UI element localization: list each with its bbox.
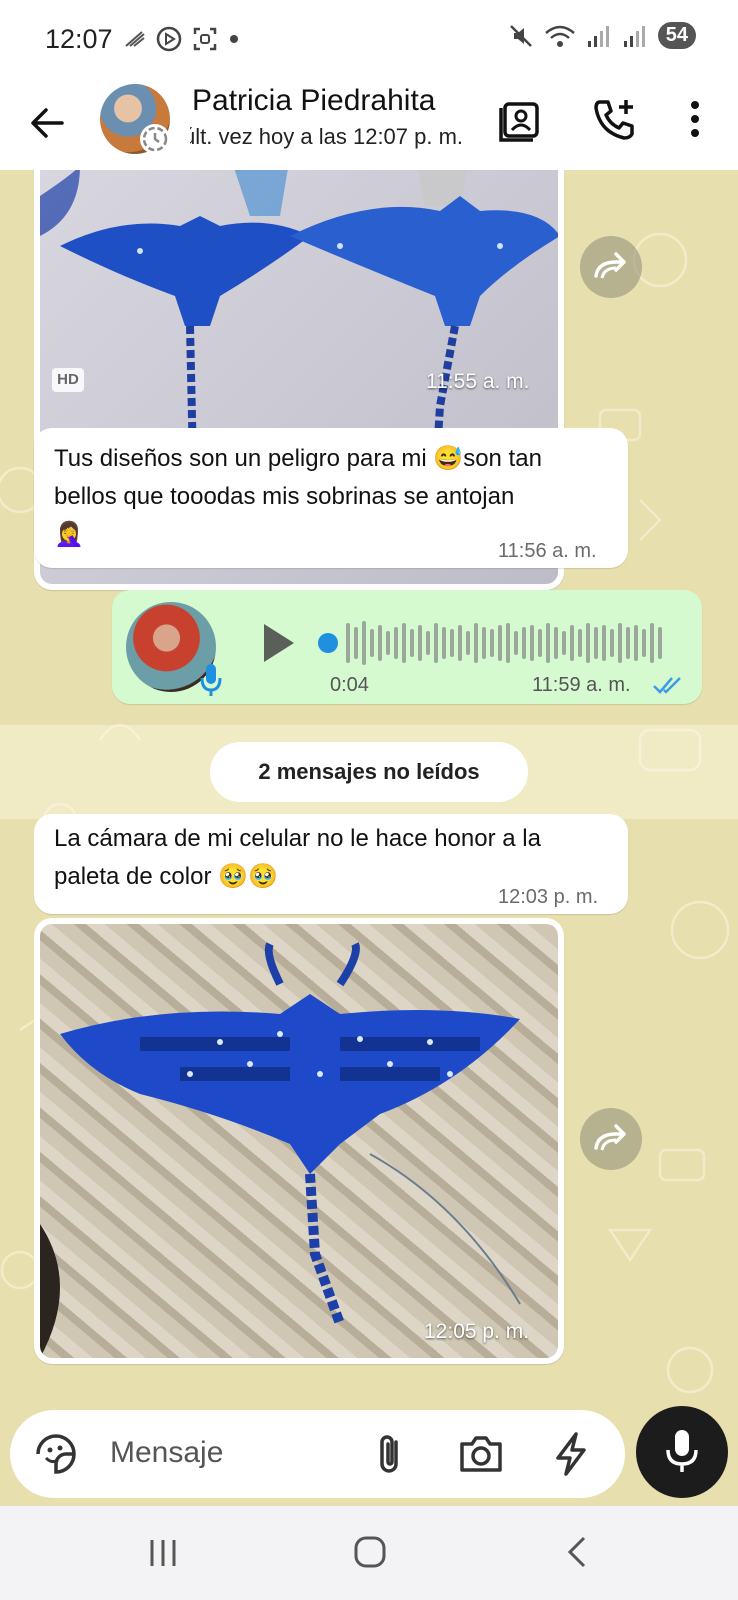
message-text-line: La cámara de mi celular no le hace honor… xyxy=(54,825,541,852)
read-ticks-icon xyxy=(653,677,681,694)
back-nav-icon[interactable] xyxy=(560,1534,596,1570)
play-icon[interactable] xyxy=(252,618,302,668)
sticker-icon[interactable] xyxy=(32,1430,80,1478)
attach-icon[interactable] xyxy=(370,1432,410,1476)
status-time: 12:07 xyxy=(45,24,113,54)
message-time: 12:05 p. m. xyxy=(424,1320,530,1343)
manta-ray-image xyxy=(40,942,521,1358)
hd-badge: HD xyxy=(52,368,84,392)
message-text-line: paleta de color 🥹🥹 xyxy=(54,863,278,890)
camera-icon[interactable] xyxy=(458,1434,504,1474)
missed-signal-icon xyxy=(125,31,145,47)
forward-icon xyxy=(594,1124,626,1151)
text-message-bubble[interactable]: Tus diseños son un peligro para mi 😅son … xyxy=(34,428,628,568)
contact-name[interactable]: Patricia Piedrahita xyxy=(192,84,435,118)
beaded-manta-photo[interactable]: 12:05 p. m. xyxy=(40,924,558,1358)
dot-icon xyxy=(230,35,238,43)
voice-message-bubble[interactable]: 0:04 11:59 a. m. xyxy=(112,590,702,704)
audio-waveform[interactable] xyxy=(318,616,678,670)
voice-mic-icon xyxy=(200,664,222,696)
message-text-line: bellos que tooodas mis sobrinas se antoj… xyxy=(54,483,515,510)
chat-header: Patricia Piedrahita últ. vez hoy a las 1… xyxy=(0,80,738,170)
screenshot-icon xyxy=(193,27,217,51)
system-nav-bar xyxy=(0,1506,738,1600)
recent-apps-icon[interactable] xyxy=(146,1536,180,1570)
quick-reply-icon[interactable] xyxy=(550,1430,590,1478)
forward-button[interactable] xyxy=(580,1108,642,1170)
message-time: 11:59 a. m. xyxy=(532,674,631,696)
message-time: 11:55 a. m. xyxy=(426,370,530,393)
more-options-icon[interactable] xyxy=(670,94,720,144)
back-arrow-icon[interactable] xyxy=(22,98,72,148)
signal-icon xyxy=(587,25,609,47)
add-call-icon[interactable] xyxy=(590,94,640,144)
battery-level: 54 xyxy=(657,22,696,49)
chat-area[interactable]: HD 11:55 a. m. Tus diseños son un peligr… xyxy=(0,170,738,1410)
forward-button[interactable] xyxy=(580,236,642,298)
message-time: 12:03 p. m. xyxy=(498,886,599,908)
voice-record-button[interactable] xyxy=(636,1406,728,1498)
status-bar: 12:07 54 xyxy=(0,0,738,80)
home-icon[interactable] xyxy=(352,1534,388,1570)
message-time: 11:56 a. m. xyxy=(498,540,597,562)
status-system-icons: 54 xyxy=(508,22,696,49)
play-circle-icon xyxy=(156,26,182,52)
mute-icon xyxy=(509,24,532,47)
unread-messages-divider: 2 mensajes no leídos xyxy=(210,742,528,802)
status-update-badge-icon xyxy=(140,124,170,154)
message-placeholder: Mensaje xyxy=(110,1436,224,1469)
signal-2-icon xyxy=(623,25,645,47)
message-text-line: Tus diseños son un peligro para mi 😅son … xyxy=(54,445,542,472)
status-notification-icons xyxy=(124,26,240,52)
text-message-bubble[interactable]: La cámara de mi celular no le hace honor… xyxy=(34,814,628,914)
microphone-icon xyxy=(666,1430,698,1472)
contact-card-icon[interactable] xyxy=(496,94,546,144)
voice-duration: 0:04 xyxy=(330,674,369,696)
last-seen-status: últ. vez hoy a las 12:07 p. m. xyxy=(190,124,480,150)
last-seen-text: últ. vez hoy a las 12:07 p. m. xyxy=(190,124,464,149)
wifi-icon xyxy=(544,25,575,47)
forward-icon xyxy=(594,252,626,279)
image-message-bubble[interactable]: 12:05 p. m. xyxy=(34,918,564,1364)
message-emoji: 🤦‍♀️ xyxy=(54,521,84,548)
message-input-field[interactable]: Mensaje xyxy=(10,1410,625,1498)
message-input-bar: Mensaje xyxy=(0,1406,738,1506)
